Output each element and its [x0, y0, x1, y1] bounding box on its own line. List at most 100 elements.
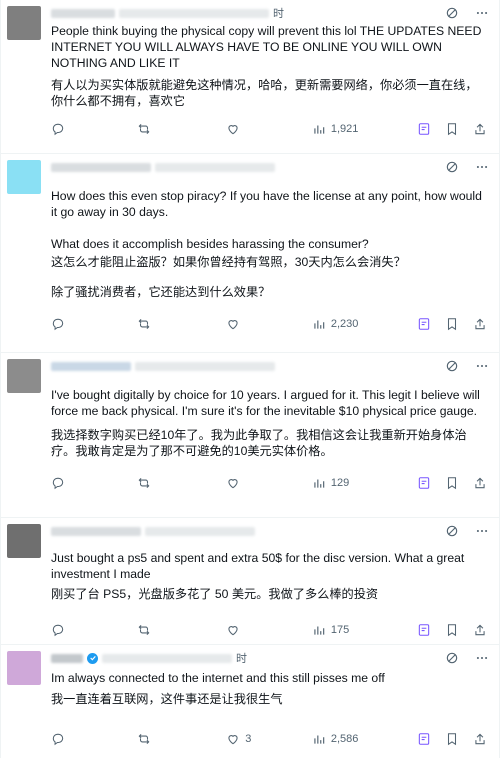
author-handle-redacted[interactable] — [145, 526, 255, 536]
avatar[interactable] — [7, 524, 41, 558]
repost-button[interactable] — [137, 122, 227, 136]
views-button[interactable]: 2,586 — [312, 732, 417, 746]
post-time[interactable]: 时 — [273, 5, 284, 21]
like-button[interactable] — [226, 317, 312, 331]
reply-post[interactable]: Just bought a ps5 and spent and extra 50… — [1, 518, 499, 645]
grok-icon[interactable] — [445, 160, 459, 174]
grok-analyze-icon[interactable] — [417, 476, 431, 490]
post-text-en: Just bought a ps5 and spent and extra 50… — [51, 551, 468, 581]
action-bar: 129 — [51, 467, 489, 499]
post-time[interactable]: 时 — [236, 650, 247, 666]
post-text-en: Im always connected to the internet and … — [51, 671, 385, 685]
grok-analyze-icon[interactable] — [417, 122, 431, 136]
repost-button[interactable] — [137, 476, 227, 490]
bookmark-icon[interactable] — [445, 623, 459, 637]
more-icon[interactable] — [475, 359, 489, 373]
share-icon[interactable] — [473, 623, 487, 637]
author-handle-redacted[interactable] — [102, 653, 232, 663]
reply-button[interactable] — [51, 732, 137, 746]
like-button[interactable]: 3 — [226, 732, 312, 746]
repost-icon — [138, 624, 150, 636]
repost-icon — [138, 733, 150, 745]
like-button[interactable] — [226, 623, 312, 637]
reply-feed: 时 People think buying the physical copy … — [0, 0, 500, 758]
grok-icon[interactable] — [445, 359, 459, 373]
post-text-en: People think buying the physical copy wi… — [51, 24, 485, 70]
author-handle-redacted[interactable] — [119, 8, 269, 18]
reply-button[interactable] — [51, 317, 137, 331]
views-button[interactable]: 1,921 — [312, 122, 417, 136]
action-bar: 1,921 — [51, 113, 489, 145]
author-handle-redacted[interactable] — [135, 361, 275, 371]
more-icon[interactable] — [475, 651, 489, 665]
avatar[interactable] — [7, 6, 41, 40]
verified-badge-icon[interactable] — [87, 652, 98, 664]
post-text-zh: 我一直连着互联网，这件事还是让我很生气 — [51, 692, 283, 706]
view-count: 2,230 — [330, 318, 359, 330]
view-count: 175 — [330, 624, 350, 636]
author-name-redacted[interactable] — [51, 361, 131, 371]
share-icon[interactable] — [473, 732, 487, 746]
reply-button[interactable] — [51, 122, 137, 136]
views-button[interactable]: 175 — [312, 623, 417, 637]
post-text-zh: 这怎么才能阻止盗版？如果你曾经持有驾照，30天内怎么会消失？ — [51, 255, 406, 269]
post-text-zh-2: 除了骚扰消费者，它还能达到什么效果？ — [51, 285, 271, 299]
post-text-zh: 我选择数字购买已经10年了。我为此争取了。我相信这会让我重新开始身体治疗。我敢肯… — [51, 428, 467, 458]
more-icon[interactable] — [475, 6, 489, 20]
post-text-en: I've bought digitally by choice for 10 y… — [51, 388, 484, 418]
avatar[interactable] — [7, 160, 41, 194]
share-icon[interactable] — [473, 122, 487, 136]
grok-icon[interactable] — [445, 6, 459, 20]
repost-icon — [138, 123, 150, 135]
author-name-redacted[interactable] — [51, 162, 151, 172]
bookmark-icon[interactable] — [445, 732, 459, 746]
bookmark-icon[interactable] — [445, 317, 459, 331]
repost-button[interactable] — [137, 732, 227, 746]
author-name-redacted[interactable] — [51, 653, 83, 663]
reply-button[interactable] — [51, 623, 137, 637]
reply-post[interactable]: 时 People think buying the physical copy … — [1, 0, 499, 154]
reply-button[interactable] — [51, 476, 137, 490]
author-handle-redacted[interactable] — [155, 162, 275, 172]
like-count: 3 — [245, 733, 252, 745]
bookmark-icon[interactable] — [445, 476, 459, 490]
grok-analyze-icon[interactable] — [417, 623, 431, 637]
grok-analyze-icon[interactable] — [417, 317, 431, 331]
repost-button[interactable] — [137, 623, 227, 637]
like-button[interactable] — [226, 122, 312, 136]
post-text-zh: 刚买了台 PS5，光盘版多花了 50 美元。我做了多么棒的投资 — [51, 587, 379, 601]
action-bar: 3 2,586 — [51, 723, 489, 755]
view-count: 129 — [330, 477, 350, 489]
like-icon — [228, 479, 238, 489]
post-header: 时 — [51, 651, 489, 665]
action-bar: 175 — [51, 614, 489, 646]
reply-icon — [52, 624, 64, 637]
more-icon[interactable] — [475, 160, 489, 174]
post-text-en-2: What does it accomplish besides harassin… — [51, 237, 369, 251]
more-icon[interactable] — [475, 524, 489, 538]
share-icon[interactable] — [473, 317, 487, 331]
reply-post[interactable]: How does this even stop piracy? If you h… — [1, 154, 499, 353]
share-icon[interactable] — [473, 476, 487, 490]
avatar[interactable] — [7, 651, 41, 685]
author-name-redacted[interactable] — [51, 8, 115, 18]
author-name-redacted[interactable] — [51, 526, 141, 536]
action-bar: 2,230 — [51, 308, 489, 340]
reply-icon — [52, 477, 64, 490]
reply-post[interactable]: I've bought digitally by choice for 10 y… — [1, 353, 499, 518]
grok-icon[interactable] — [445, 524, 459, 538]
post-text-zh: 有人以为买实体版就能避免这种情况，哈哈，更新需要网络，你必须一直在线，你什么都不… — [51, 78, 478, 108]
post-header: 时 — [51, 6, 489, 20]
like-button[interactable] — [226, 476, 312, 490]
grok-icon[interactable] — [445, 651, 459, 665]
post-header — [51, 160, 489, 174]
like-icon — [228, 125, 238, 135]
reply-post[interactable]: 时 Im always connected to the internet an… — [1, 645, 499, 758]
views-button[interactable]: 129 — [312, 476, 417, 490]
bookmark-icon[interactable] — [445, 122, 459, 136]
views-icon — [314, 735, 325, 744]
repost-button[interactable] — [137, 317, 227, 331]
grok-analyze-icon[interactable] — [417, 732, 431, 746]
avatar[interactable] — [7, 359, 41, 393]
views-button[interactable]: 2,230 — [312, 317, 417, 331]
